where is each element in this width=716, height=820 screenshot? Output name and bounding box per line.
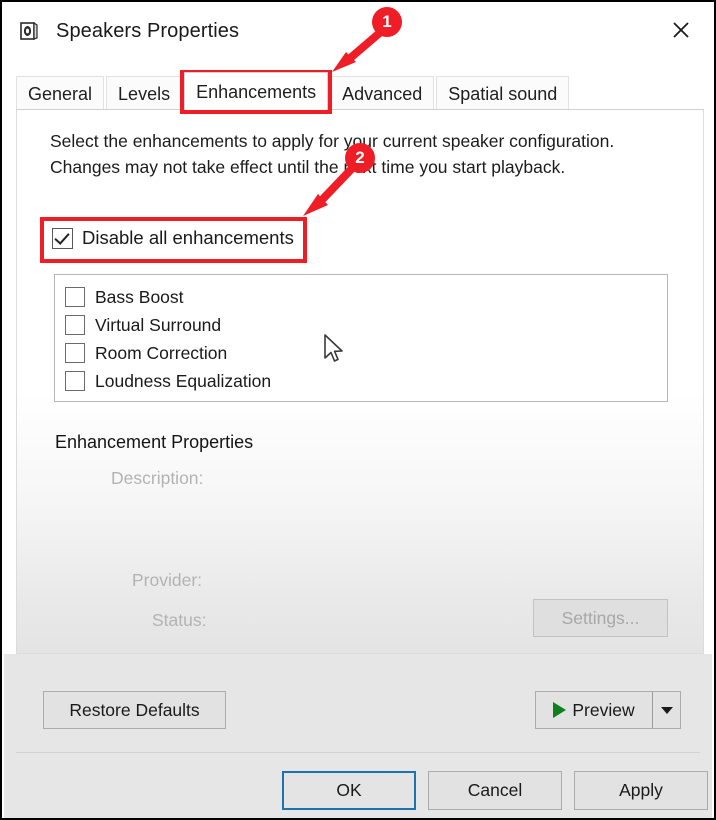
room-correction-label: Room Correction — [95, 342, 228, 363]
play-icon — [553, 702, 567, 718]
list-item[interactable]: Virtual Surround — [65, 311, 667, 339]
virtual-surround-label: Virtual Surround — [95, 314, 222, 335]
speakers-properties-dialog: Speakers Properties General Levels Enhan… — [0, 0, 716, 820]
bass-boost-checkbox[interactable] — [65, 287, 85, 307]
restore-defaults-button[interactable]: Restore Defaults — [43, 691, 226, 729]
dialog-action-area: Restore Defaults Preview OK Cancel Apply — [4, 654, 712, 818]
list-item[interactable]: Room Correction — [65, 339, 667, 367]
loudness-equalization-checkbox[interactable] — [65, 371, 85, 391]
tab-spatial-sound[interactable]: Spatial sound — [436, 76, 570, 110]
settings-button[interactable]: Settings... — [533, 599, 668, 637]
tab-content-panel: Select the enhancements to apply for you… — [16, 109, 704, 654]
disable-all-enhancements-checkbox[interactable] — [52, 227, 73, 249]
virtual-surround-checkbox[interactable] — [65, 315, 85, 335]
preview-label: Preview — [572, 699, 635, 720]
description-label: Description: — [111, 468, 204, 488]
chevron-down-icon — [660, 706, 673, 714]
enhancement-properties-heading: Enhancement Properties — [55, 432, 254, 452]
cancel-button[interactable]: Cancel — [428, 771, 562, 810]
preview-dropdown-button[interactable] — [652, 692, 680, 728]
divider — [16, 752, 700, 753]
status-label: Status: — [152, 610, 207, 630]
disable-all-enhancements-label: Disable all enhancements — [82, 227, 294, 248]
list-item[interactable]: Bass Boost — [65, 283, 667, 311]
ok-button[interactable]: OK — [282, 771, 416, 810]
tab-enhancements[interactable]: Enhancements — [184, 72, 329, 110]
bass-boost-label: Bass Boost — [95, 286, 184, 307]
preview-split-button[interactable]: Preview — [535, 691, 681, 729]
title-bar: Speakers Properties — [2, 2, 714, 60]
tab-strip: General Levels Enhancements Advanced Spa… — [16, 72, 704, 110]
apply-button[interactable]: Apply — [574, 771, 708, 810]
provider-label: Provider: — [132, 570, 203, 590]
window-title: Speakers Properties — [56, 19, 240, 42]
room-correction-checkbox[interactable] — [65, 343, 85, 363]
speaker-icon — [18, 20, 40, 42]
tab-advanced[interactable]: Advanced — [330, 76, 435, 110]
tab-general[interactable]: General — [16, 76, 105, 110]
tab-levels[interactable]: Levels — [106, 76, 183, 110]
enhancements-list[interactable]: Bass Boost Virtual Surround Room Correct… — [54, 274, 668, 402]
list-item[interactable]: Loudness Equalization — [65, 367, 667, 395]
disable-all-enhancements-row[interactable]: Disable all enhancements — [52, 227, 294, 249]
close-icon[interactable] — [654, 8, 708, 52]
loudness-equalization-label: Loudness Equalization — [95, 370, 272, 391]
preview-button[interactable]: Preview — [536, 692, 652, 728]
intro-text: Select the enhancements to apply for you… — [50, 131, 615, 177]
